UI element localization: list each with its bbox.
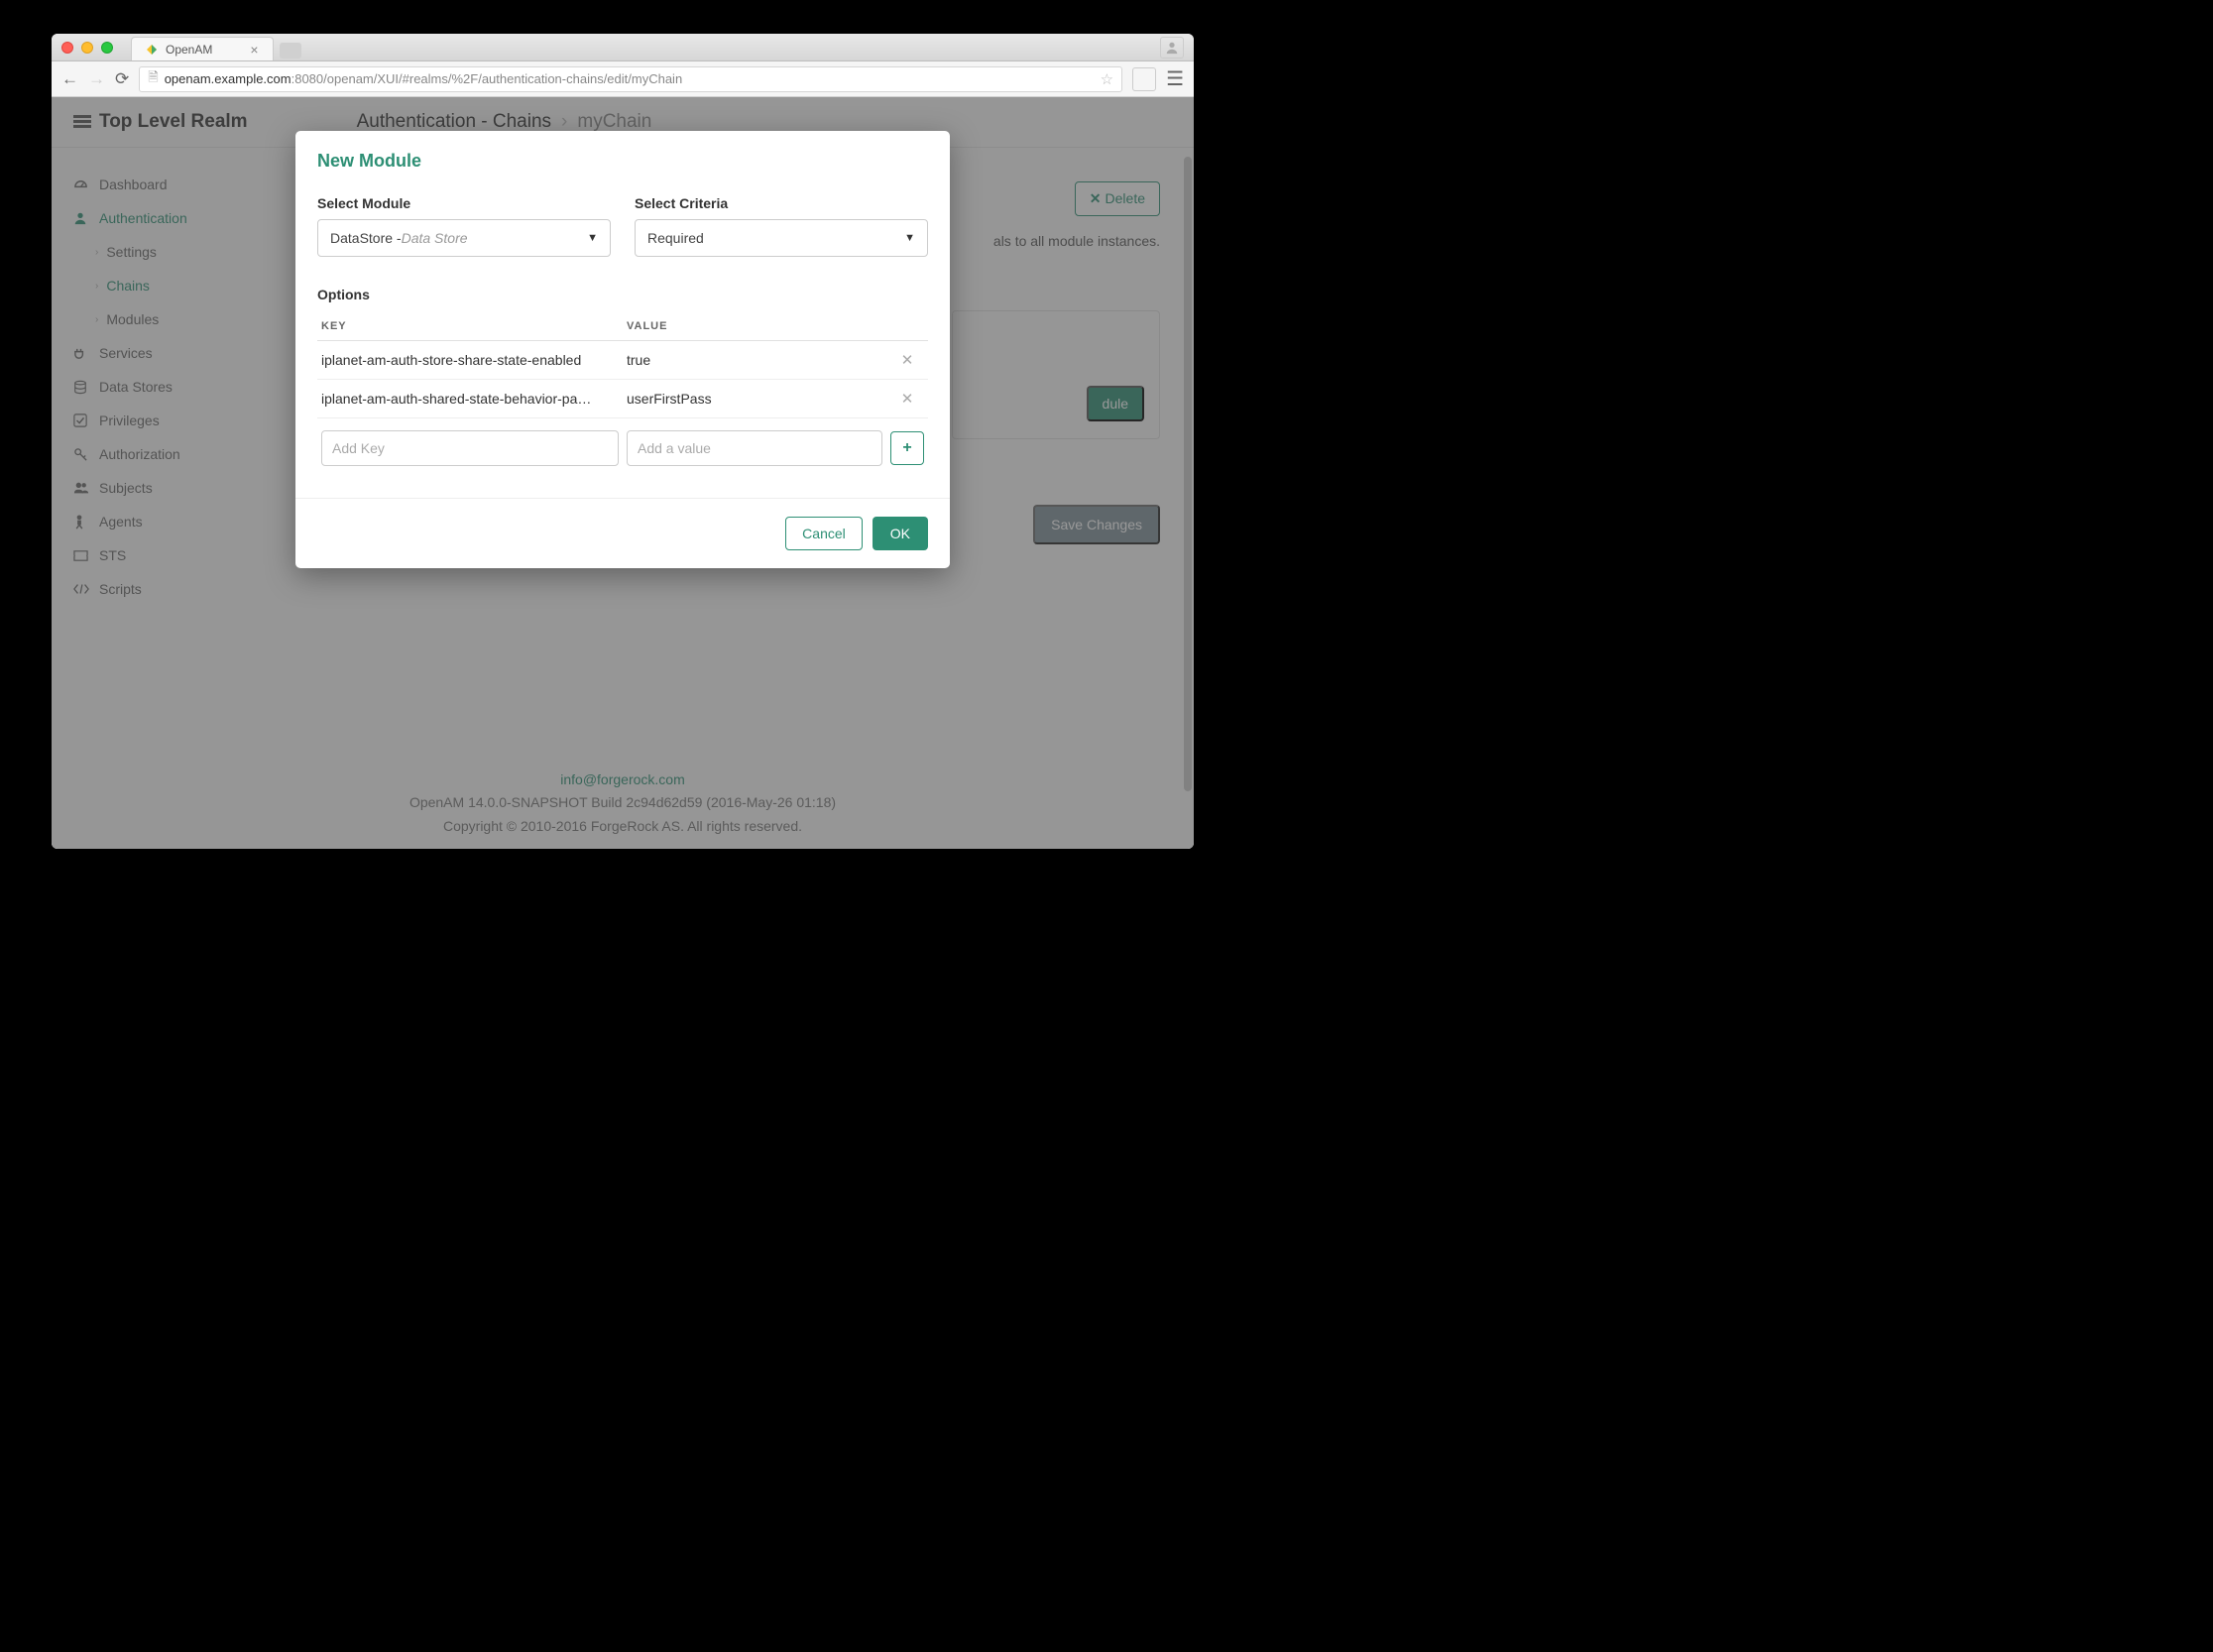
add-option-row: + — [317, 418, 928, 477]
extension-icon[interactable] — [1132, 67, 1156, 91]
titlebar: OpenAM × — [52, 34, 1194, 61]
option-key: iplanet-am-auth-store-share-state-enable… — [317, 341, 623, 380]
back-icon[interactable]: ← — [61, 69, 78, 89]
window-controls — [61, 42, 113, 54]
select-module-dropdown[interactable]: DataStore - Data Store ▼ — [317, 219, 611, 257]
add-value-input[interactable] — [627, 430, 882, 466]
url-host: openam.example.com — [165, 71, 291, 86]
close-window-icon[interactable] — [61, 42, 73, 54]
th-value: VALUE — [623, 312, 886, 341]
options-table: KEY VALUE iplanet-am-auth-store-share-st… — [317, 312, 928, 476]
browser-toolbar: ← → ⟳ 🗎 openam.example.com:8080/openam/X… — [52, 61, 1194, 97]
menu-icon[interactable]: ☰ — [1166, 66, 1184, 91]
new-module-dialog: New Module Select Module DataStore - Dat… — [295, 131, 950, 568]
url-port: :8080 — [291, 71, 324, 86]
option-key: iplanet-am-auth-shared-state-behavior-pa… — [317, 380, 623, 418]
remove-row-icon[interactable]: ✕ — [886, 380, 928, 418]
zoom-window-icon[interactable] — [101, 42, 113, 54]
dialog-footer: Cancel OK — [295, 498, 950, 568]
dialog-title: New Module — [317, 151, 928, 172]
cancel-button[interactable]: Cancel — [785, 517, 863, 550]
browser-tab[interactable]: OpenAM × — [131, 37, 274, 60]
modal-overlay: New Module Select Module DataStore - Dat… — [52, 97, 1194, 849]
new-tab-button[interactable] — [280, 43, 301, 59]
select-module-label: Select Module — [317, 195, 611, 211]
caret-down-icon: ▼ — [904, 232, 915, 244]
select-criteria-dropdown[interactable]: Required ▼ — [635, 219, 928, 257]
favicon-icon — [146, 44, 158, 56]
add-option-button[interactable]: + — [890, 431, 924, 465]
url-path: /openam/XUI/#realms/%2F/authentication-c… — [323, 71, 682, 86]
page-icon: 🗎 — [148, 68, 158, 90]
add-key-input[interactable] — [321, 430, 619, 466]
address-bar[interactable]: 🗎 openam.example.com:8080/openam/XUI/#re… — [139, 66, 1122, 92]
select-criteria-label: Select Criteria — [635, 195, 928, 211]
table-row: iplanet-am-auth-store-share-state-enable… — [317, 341, 928, 380]
browser-window: OpenAM × ← → ⟳ 🗎 openam.example.com:8080… — [52, 34, 1194, 849]
bookmark-icon[interactable]: ☆ — [1101, 70, 1113, 88]
minimize-window-icon[interactable] — [81, 42, 93, 54]
tab-title: OpenAM — [166, 43, 212, 57]
remove-row-icon[interactable]: ✕ — [886, 341, 928, 380]
caret-down-icon: ▼ — [587, 232, 598, 244]
profile-icon[interactable] — [1160, 37, 1184, 59]
table-row: iplanet-am-auth-shared-state-behavior-pa… — [317, 380, 928, 418]
option-value: userFirstPass — [623, 380, 886, 418]
reload-icon[interactable]: ⟳ — [115, 69, 129, 89]
forward-icon: → — [88, 69, 105, 89]
options-heading: Options — [317, 287, 928, 302]
tab-close-icon[interactable]: × — [250, 42, 258, 58]
th-key: KEY — [317, 312, 623, 341]
app-viewport: Top Level Realm Authentication - Chains … — [52, 97, 1194, 849]
option-value: true — [623, 341, 886, 380]
ok-button[interactable]: OK — [873, 517, 928, 550]
